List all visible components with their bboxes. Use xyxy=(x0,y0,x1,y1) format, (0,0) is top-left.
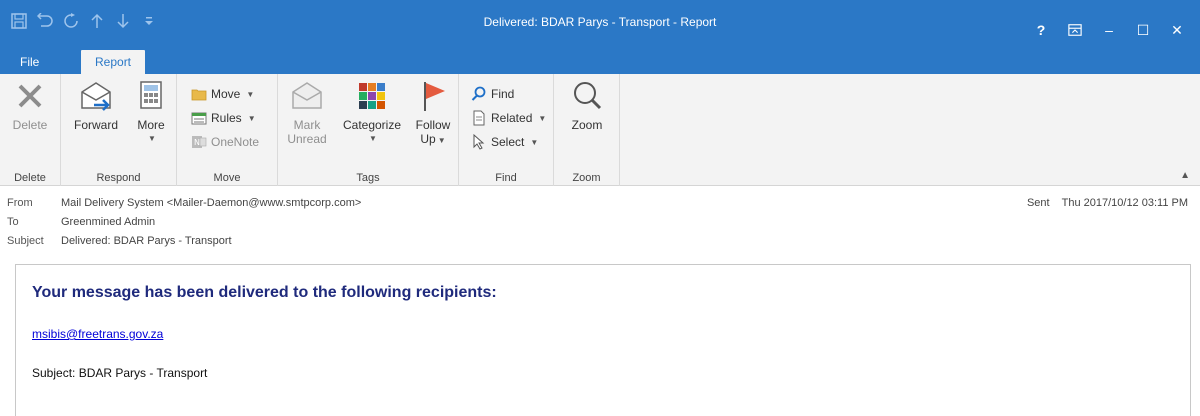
to-value[interactable]: Greenmined Admin xyxy=(61,213,155,231)
find-icon xyxy=(471,86,486,101)
group-label-find: Find xyxy=(495,172,517,184)
close-button[interactable]: ✕ xyxy=(1160,18,1194,42)
window-controls: ? – ☐ ✕ xyxy=(1024,18,1194,42)
follow-up-button[interactable]: Follow Up ▼ xyxy=(410,78,456,148)
categorize-icon xyxy=(359,83,385,109)
group-move: Move ▼ Rules ▼ N OneNote Move xyxy=(177,74,278,186)
ribbon-display-options-icon[interactable] xyxy=(1058,18,1092,42)
group-label-zoom: Zoom xyxy=(572,172,601,184)
group-label-move: Move xyxy=(213,172,241,184)
rules-button-label: Rules xyxy=(211,111,242,125)
select-button-label: Select xyxy=(491,135,525,149)
group-delete: Delete Delete xyxy=(0,74,61,186)
ribbon: Delete Delete Forward More ▼ Respond Mov… xyxy=(0,74,1200,186)
ribbon-tabs: File Report xyxy=(0,50,1200,74)
to-label: To xyxy=(7,216,19,228)
window-title: Delivered: BDAR Parys - Transport - Repo… xyxy=(483,15,717,29)
follow-up-label-line1: Follow xyxy=(415,118,451,132)
rules-icon xyxy=(191,112,207,125)
related-icon xyxy=(473,110,485,126)
follow-up-flag-icon xyxy=(424,82,445,111)
select-button[interactable]: Select ▼ xyxy=(471,132,538,152)
group-label-tags: Tags xyxy=(356,172,380,184)
group-zoom: Zoom Zoom xyxy=(554,74,620,186)
forward-icon xyxy=(81,82,111,111)
sent-value: Thu 2017/10/12 03:11 PM xyxy=(1061,197,1188,209)
delivery-heading: Your message has been delivered to the f… xyxy=(32,284,497,301)
delete-icon xyxy=(18,84,42,108)
onenote-button-label: OneNote xyxy=(211,135,260,149)
maximize-button[interactable]: ☐ xyxy=(1126,18,1160,42)
chevron-down-icon: ▼ xyxy=(437,136,446,145)
move-button-label: Move xyxy=(211,87,241,101)
forward-button-label: Forward xyxy=(73,118,118,132)
more-button[interactable]: More ▼ xyxy=(129,78,173,146)
chevron-down-icon: ▼ xyxy=(148,134,156,143)
group-find: Find Related ▼ Select ▼ Find xyxy=(459,74,554,186)
from-label: From xyxy=(7,197,33,209)
select-icon xyxy=(473,134,485,150)
group-label-delete: Delete xyxy=(14,172,46,184)
categorize-button[interactable]: Categorize ▼ xyxy=(338,78,406,146)
svg-text:N: N xyxy=(194,138,200,147)
group-tags: Mark Unread Categorize ▼ Follow Up ▼ Tags xyxy=(278,74,459,186)
chevron-down-icon: ▼ xyxy=(538,113,547,123)
tab-file[interactable]: File xyxy=(6,50,53,74)
forward-button[interactable]: Forward xyxy=(69,78,123,132)
follow-up-label-line2: Up ▼ xyxy=(420,132,445,148)
delete-button-label: Delete xyxy=(12,118,48,132)
zoom-icon xyxy=(574,82,602,110)
subject-value: Delivered: BDAR Parys - Transport xyxy=(61,235,232,247)
help-button[interactable]: ? xyxy=(1024,18,1058,42)
mark-unread-label-line1: Mark xyxy=(293,118,321,132)
collapse-ribbon-icon[interactable]: ▲ xyxy=(1180,170,1190,181)
from-row: From Mail Delivery System <Mailer-Daemon… xyxy=(7,194,361,212)
to-row: To Greenmined Admin xyxy=(7,213,155,231)
title-bar: Delivered: BDAR Parys - Transport - Repo… xyxy=(0,0,1200,50)
chevron-down-icon: ▼ xyxy=(369,134,377,143)
onenote-button[interactable]: N OneNote xyxy=(191,132,259,152)
from-value[interactable]: Mail Delivery System <Mailer-Daemon@www.… xyxy=(61,194,361,212)
sent-row: Sent Thu 2017/10/12 03:11 PM xyxy=(1027,194,1188,212)
find-button-label: Find xyxy=(491,87,515,101)
body-subject-line: Subject: BDAR Parys - Transport xyxy=(32,366,208,380)
onenote-icon: N xyxy=(192,136,207,148)
related-button[interactable]: Related ▼ xyxy=(471,108,546,128)
more-icon xyxy=(140,81,162,109)
categorize-button-label: Categorize xyxy=(342,118,402,132)
message-header: From Mail Delivery System <Mailer-Daemon… xyxy=(0,194,1200,258)
move-button[interactable]: Move ▼ xyxy=(191,84,254,104)
move-folder-icon xyxy=(191,89,207,101)
chevron-down-icon: ▼ xyxy=(530,137,539,147)
group-label-respond: Respond xyxy=(96,172,141,184)
zoom-button[interactable]: Zoom xyxy=(562,78,612,132)
mark-unread-button[interactable]: Mark Unread xyxy=(284,78,330,146)
rules-button[interactable]: Rules ▼ xyxy=(191,108,256,128)
minimize-button[interactable]: – xyxy=(1092,18,1126,42)
zoom-button-label: Zoom xyxy=(571,118,603,132)
chevron-down-icon: ▼ xyxy=(247,113,256,123)
chevron-down-icon: ▼ xyxy=(246,89,255,99)
group-respond: Forward More ▼ Respond xyxy=(61,74,177,186)
mark-unread-icon xyxy=(292,82,322,109)
tab-report[interactable]: Report xyxy=(81,50,146,74)
related-button-label: Related xyxy=(491,111,533,125)
subject-label: Subject xyxy=(7,235,44,247)
delete-button[interactable]: Delete xyxy=(4,78,56,132)
subject-row: Subject Delivered: BDAR Parys - Transpor… xyxy=(7,232,232,250)
recipient-link[interactable]: msibis@freetrans.gov.za xyxy=(32,327,163,341)
follow-up-label-line2-text: Up xyxy=(420,132,436,146)
mark-unread-label-line2: Unread xyxy=(287,132,327,146)
more-button-label: More xyxy=(137,118,165,132)
sent-label: Sent xyxy=(1026,197,1050,209)
find-button[interactable]: Find xyxy=(471,84,514,104)
message-body[interactable]: Your message has been delivered to the f… xyxy=(15,264,1191,416)
